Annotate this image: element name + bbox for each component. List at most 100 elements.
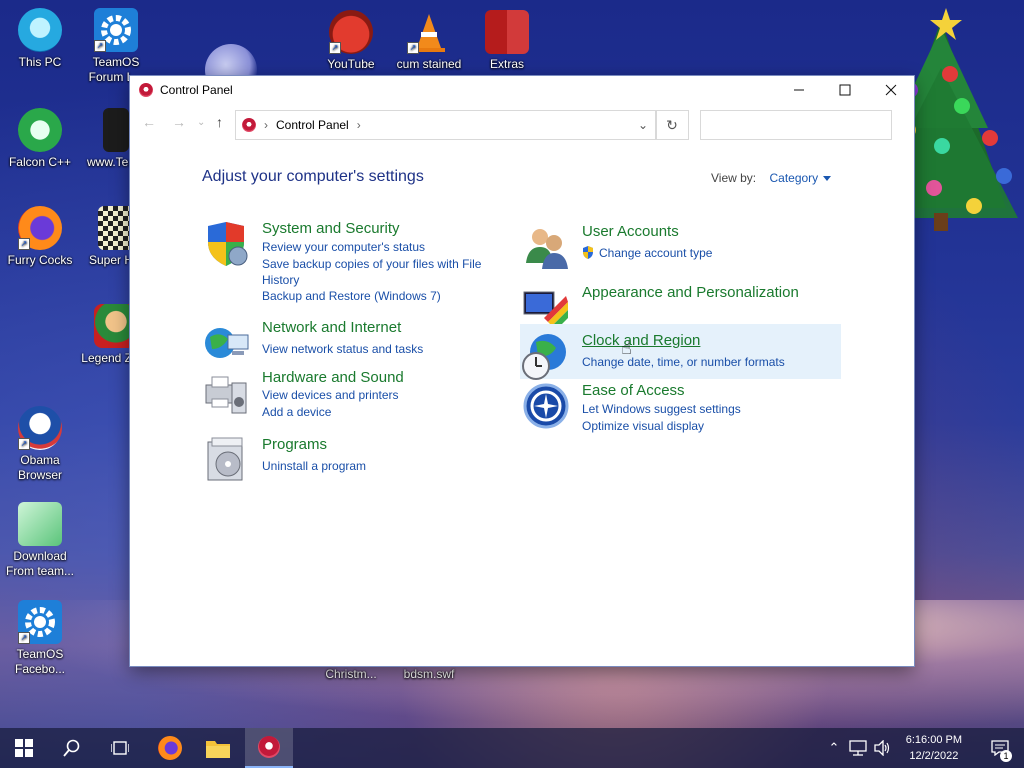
page-heading: Adjust your computer's settings — [202, 168, 424, 185]
traffic-cone-icon: ↗ — [407, 10, 451, 54]
notepad-icon — [18, 502, 62, 546]
category-hardware-sound: Hardware and Sound View devices and prin… — [202, 369, 502, 419]
link-optimize-display[interactable]: Optimize visual display — [582, 419, 704, 433]
category-title-clock-region[interactable]: Clock and Region — [582, 332, 700, 349]
ease-of-access-icon — [522, 382, 570, 430]
maximize-button[interactable] — [822, 76, 868, 104]
address-dropdown-icon[interactable]: ⌄ — [638, 118, 648, 132]
view-by-dropdown[interactable]: Category — [769, 171, 818, 185]
desktop-icon-extras[interactable]: Extras — [467, 10, 547, 72]
desktop-icon-falcon-cpp[interactable]: Falcon C++ — [0, 108, 80, 170]
clock-globe-icon — [522, 332, 570, 380]
search-icon[interactable] — [48, 728, 96, 768]
link-uninstall-program[interactable]: Uninstall a program — [262, 459, 366, 473]
control-panel-logo-icon — [242, 118, 256, 132]
link-change-account-type[interactable]: Change account type — [599, 246, 712, 260]
view-by-label: View by: — [711, 171, 757, 185]
computer-icon — [18, 8, 62, 52]
hand-cursor-icon: ☝ — [621, 338, 632, 358]
control-panel-taskbar-icon[interactable] — [245, 728, 293, 768]
breadcrumb-separator: › — [264, 118, 268, 132]
back-arrow-icon[interactable]: ← — [142, 114, 156, 130]
category-programs: Programs Uninstall a program — [202, 436, 502, 481]
network-icon[interactable] — [846, 728, 870, 768]
link-save-backup-history[interactable]: History — [262, 273, 299, 287]
desktop-icon-download[interactable]: Download From team... — [0, 502, 80, 579]
control-panel-window: Control Panel ← → ⌄ ↑ › Control Panel › … — [130, 76, 914, 666]
window-title: Control Panel — [160, 83, 233, 97]
link-view-network-status[interactable]: View network status and tasks — [262, 342, 423, 356]
uac-shield-icon — [582, 246, 594, 259]
link-change-date-time[interactable]: Change date, time, or number formats — [582, 355, 785, 369]
pixel-game-icon — [98, 206, 134, 250]
recent-locations-chevron-icon[interactable]: ⌄ — [197, 117, 205, 128]
windows-logo-icon — [15, 739, 33, 757]
address-bar[interactable]: › Control Panel › ⌄ — [235, 110, 657, 140]
desktop-icon-christmas[interactable]: Christm... — [311, 667, 391, 682]
start-button[interactable] — [0, 728, 48, 768]
chevron-up-icon[interactable]: ⌃ — [824, 728, 844, 768]
firefox-icon: ↗ — [18, 206, 62, 250]
desktop-icon-cum-stained[interactable]: ↗ cum stained — [389, 10, 469, 72]
category-network-internet: Network and Internet View network status… — [202, 319, 502, 363]
close-button[interactable] — [868, 76, 914, 104]
desktop-icon-teamos-facebook[interactable]: ↗ TeamOS Facebo... — [0, 600, 80, 677]
taskbar: ⌃ 6:16:00 PM 12/2/2022 1 — [0, 728, 1024, 768]
desktop-icon-this-pc[interactable]: This PC — [0, 8, 80, 70]
printer-speaker-icon — [202, 369, 250, 417]
breadcrumb-separator[interactable]: › — [357, 118, 361, 132]
category-title-ease-of-access[interactable]: Ease of Access — [582, 382, 685, 399]
category-appearance: Appearance and Personalization — [522, 284, 842, 330]
shield-icon — [202, 220, 250, 268]
angry-bird-icon: ↗ — [329, 10, 373, 54]
address-toolbar: ← → ⌄ ↑ › Control Panel › ⌄ ↻ — [130, 108, 914, 140]
file-icon — [103, 108, 129, 152]
search-input[interactable] — [700, 110, 892, 140]
recycle-icon — [18, 108, 62, 152]
breadcrumb-control-panel[interactable]: Control Panel — [276, 118, 349, 132]
category-title-hardware-sound[interactable]: Hardware and Sound — [262, 369, 404, 386]
category-title-user-accounts[interactable]: User Accounts — [582, 223, 679, 240]
programs-disc-icon — [202, 436, 250, 484]
task-view-icon[interactable] — [96, 728, 144, 768]
volume-icon[interactable] — [870, 728, 894, 768]
desktop-icon-furry-cocks[interactable]: ↗ Furry Cocks — [0, 206, 80, 268]
users-icon — [522, 223, 570, 271]
clock-date: 12/2/2022 — [909, 750, 959, 762]
firefox-taskbar-icon[interactable] — [146, 728, 194, 768]
link-backup-restore[interactable]: Backup and Restore (Windows 7) — [262, 289, 441, 303]
up-arrow-icon[interactable]: ↑ — [216, 114, 223, 130]
folder-icon — [485, 10, 529, 54]
link-review-status[interactable]: Review your computer's status — [262, 240, 425, 254]
forward-arrow-icon[interactable]: → — [172, 114, 186, 130]
desktop-icon-youtube[interactable]: ↗ YouTube — [311, 10, 391, 72]
desktop-icon-bdsm-swf[interactable]: bdsm.swf — [389, 667, 469, 682]
category-user-accounts: User Accounts Change account type — [522, 223, 822, 269]
chevron-down-icon[interactable] — [823, 176, 832, 182]
desktop-icon-teamos-forum[interactable]: ↗ TeamOS Forum L... — [76, 8, 156, 85]
notification-badge: 1 — [1000, 750, 1012, 762]
link-save-backup[interactable]: Save backup copies of your files with Fi… — [262, 257, 481, 271]
category-title-system-security[interactable]: System and Security — [262, 220, 400, 237]
category-title-network-internet[interactable]: Network and Internet — [262, 319, 401, 336]
category-title-appearance[interactable]: Appearance and Personalization — [582, 284, 799, 301]
action-center-icon[interactable]: 1 — [976, 728, 1024, 768]
category-title-programs[interactable]: Programs — [262, 436, 327, 453]
link-view-devices[interactable]: View devices and printers — [262, 388, 399, 402]
refresh-icon[interactable]: ↻ — [655, 110, 689, 140]
file-explorer-icon[interactable] — [194, 728, 242, 768]
category-ease-of-access: Ease of Access Let Windows suggest setti… — [522, 382, 842, 433]
link-add-device[interactable]: Add a device — [262, 405, 331, 419]
network-globe-icon — [202, 319, 250, 367]
control-panel-logo-icon — [139, 83, 153, 97]
clock-time: 6:16:00 PM — [905, 734, 962, 746]
minimize-button[interactable] — [776, 76, 822, 104]
category-clock-region: Clock and Region Change date, time, or n… — [522, 332, 842, 380]
gear-icon: ↗ — [94, 8, 138, 52]
view-by-control: View by: Category — [711, 171, 832, 185]
category-system-security: System and Security Review your computer… — [202, 220, 502, 310]
system-clock[interactable]: 6:16:00 PM 12/2/2022 — [906, 732, 962, 764]
link-windows-suggest[interactable]: Let Windows suggest settings — [582, 402, 741, 416]
gear-icon: ↗ — [18, 600, 62, 644]
desktop-icon-obama-browser[interactable]: ↗ Obama Browser — [0, 406, 80, 483]
